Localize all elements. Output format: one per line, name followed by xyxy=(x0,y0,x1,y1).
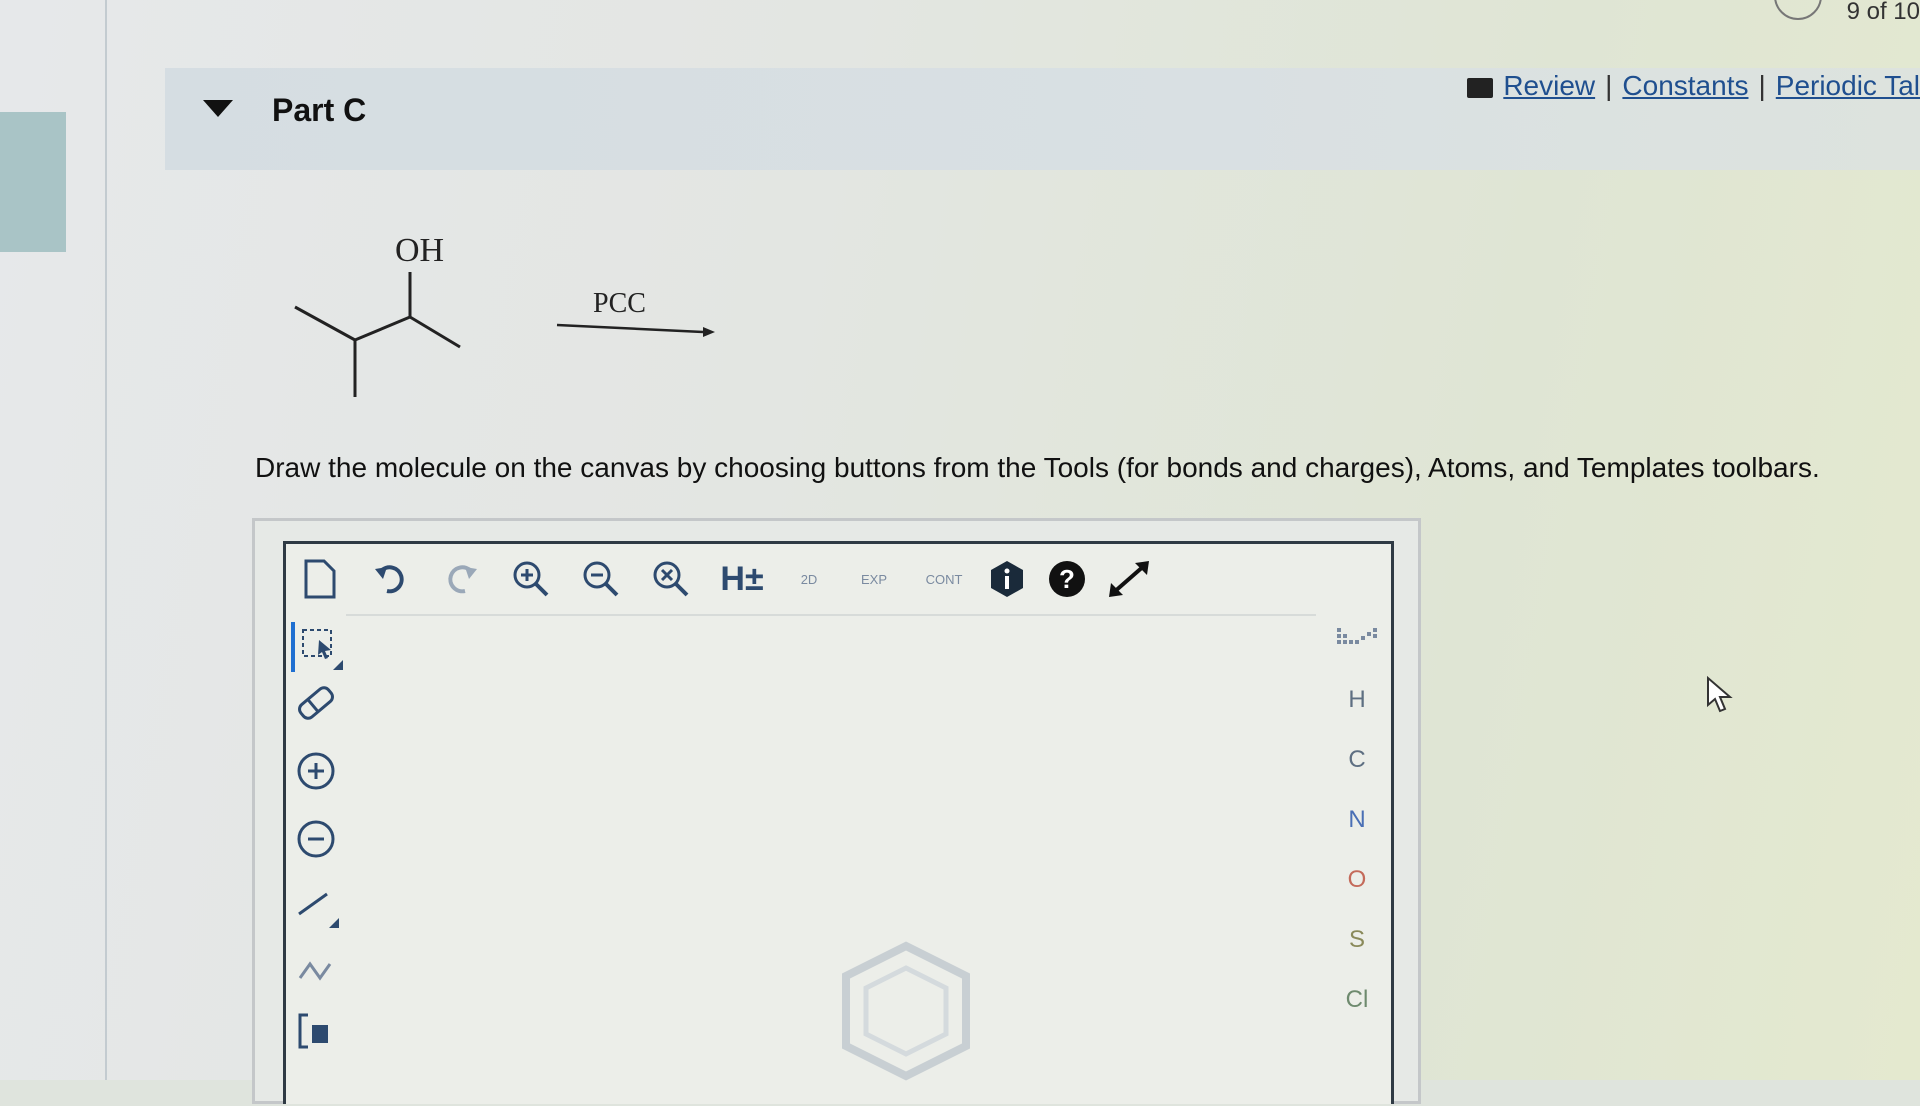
editor-frame: H± 2D EXP CONT ? H C N O S Cl xyxy=(283,541,1394,1104)
select-tool-icon[interactable] xyxy=(291,622,345,672)
undo-icon[interactable] xyxy=(368,556,414,602)
atom-carbon-button[interactable]: C xyxy=(1326,746,1388,774)
part-title: Part C xyxy=(272,92,367,128)
caret-down-icon[interactable] xyxy=(203,100,233,117)
atom-sulfur-button[interactable]: S xyxy=(1326,926,1388,954)
constants-link[interactable]: Constants xyxy=(1622,70,1748,101)
expand-button[interactable]: EXP xyxy=(848,556,900,602)
contract-button[interactable]: CONT xyxy=(916,556,972,602)
zoom-in-icon[interactable] xyxy=(508,556,554,602)
reaction-arrow xyxy=(556,323,715,337)
new-document-icon[interactable] xyxy=(296,556,342,602)
alcohol-structure xyxy=(294,272,715,397)
periodic-table-icon[interactable] xyxy=(1326,624,1388,661)
help-icon[interactable]: ? xyxy=(1044,556,1090,602)
mouse-cursor-icon xyxy=(1707,675,1733,713)
clean-2d-button[interactable]: 2D xyxy=(786,556,832,602)
svg-text:?: ? xyxy=(1059,564,1075,594)
zoom-reset-icon[interactable] xyxy=(648,556,694,602)
chain-tool-icon[interactable] xyxy=(291,944,341,994)
atom-hydrogen-button[interactable]: H xyxy=(1326,686,1388,714)
molecule-editor: H± 2D EXP CONT ? H C N O S Cl xyxy=(252,518,1421,1104)
template-watermark-icon xyxy=(842,941,970,1081)
positive-charge-icon[interactable] xyxy=(291,746,341,796)
hydrogen-toggle-button[interactable]: H± xyxy=(716,556,768,602)
hydroxyl-label: OH xyxy=(395,232,445,269)
info-icon[interactable] xyxy=(984,556,1030,602)
link-separator: | xyxy=(1605,70,1613,101)
resource-links: Review | Constants | Periodic Tal xyxy=(1467,70,1920,102)
book-icon xyxy=(1467,77,1494,98)
question-counter: 9 of 10 xyxy=(1846,0,1920,25)
redo-icon[interactable] xyxy=(438,556,484,602)
bracket-tool-icon[interactable] xyxy=(291,1006,341,1056)
periodic-table-link[interactable]: Periodic Tal xyxy=(1776,70,1920,101)
left-divider xyxy=(105,0,107,1080)
left-side-tab[interactable] xyxy=(0,112,66,252)
editor-toolbar: H± 2D EXP CONT ? xyxy=(286,544,1391,614)
atom-oxygen-button[interactable]: O xyxy=(1326,866,1388,894)
instruction-text: Draw the molecule on the canvas by choos… xyxy=(255,452,1820,483)
reagent-label: PCC xyxy=(593,288,646,319)
atoms-toolbar: H C N O S Cl xyxy=(1326,614,1388,1104)
atom-chlorine-button[interactable]: Cl xyxy=(1326,986,1388,1014)
zoom-out-icon[interactable] xyxy=(578,556,624,602)
drawing-canvas[interactable] xyxy=(346,614,1316,1106)
review-link[interactable]: Review xyxy=(1503,70,1595,101)
link-separator: | xyxy=(1758,70,1766,101)
single-bond-icon[interactable] xyxy=(291,882,341,932)
tools-toolbar xyxy=(286,614,346,1104)
negative-charge-icon[interactable] xyxy=(291,814,341,864)
atom-nitrogen-button[interactable]: N xyxy=(1326,806,1388,834)
eraser-icon[interactable] xyxy=(291,678,341,728)
fullscreen-icon[interactable] xyxy=(1104,556,1154,602)
